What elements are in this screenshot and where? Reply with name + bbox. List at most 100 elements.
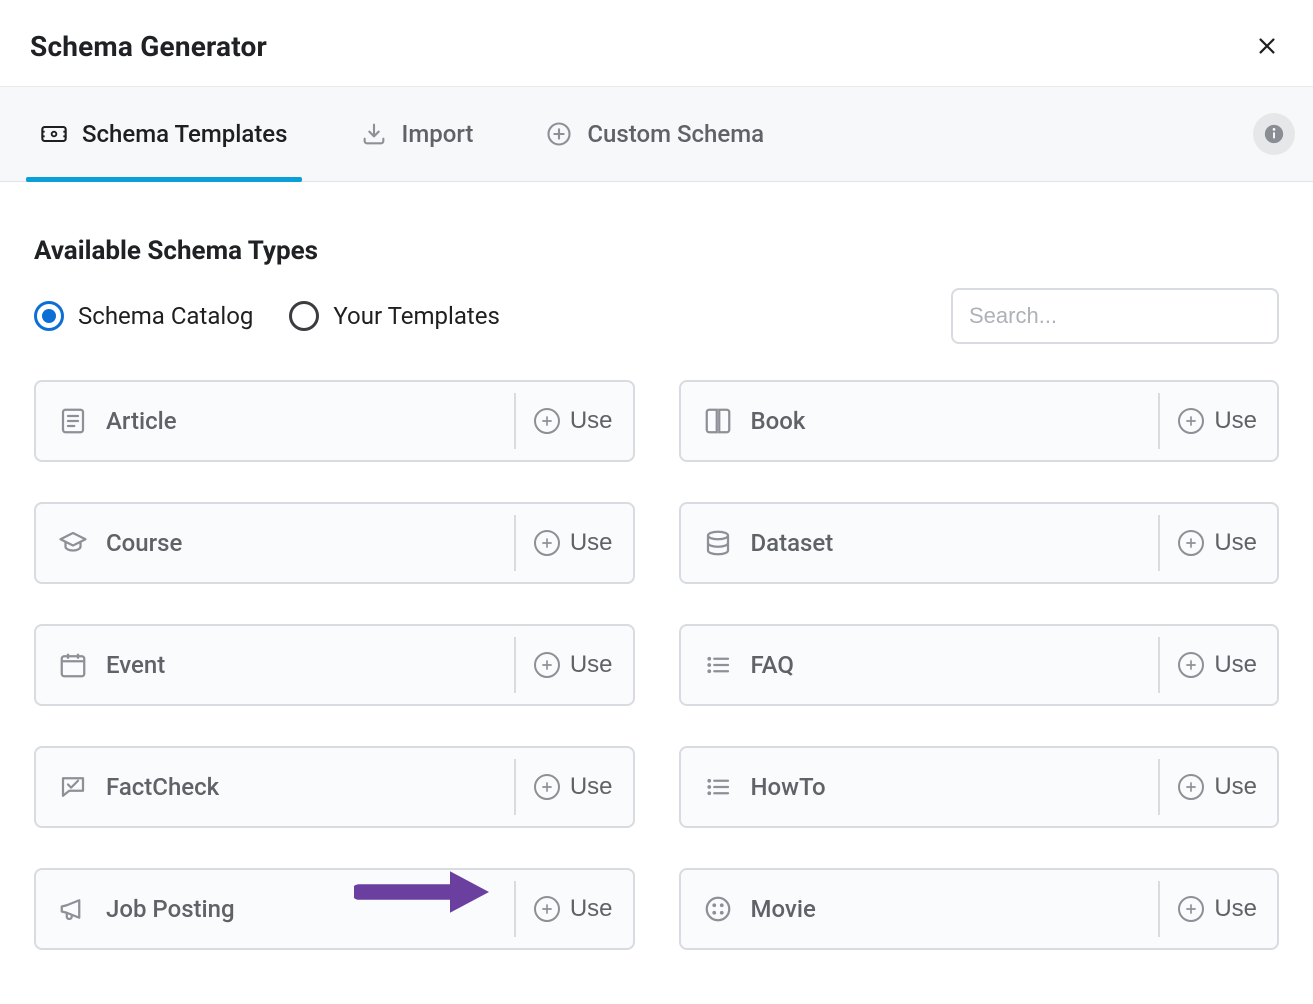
use-button-label: Use: [1214, 773, 1257, 801]
article-icon: [58, 406, 88, 436]
card-actions: Use: [514, 870, 633, 948]
radio-your-templates-label: Your Templates: [333, 302, 499, 330]
schema-grid: ArticleUseBookUseCourseUseDatasetUseEven…: [34, 380, 1279, 950]
card-title: Course: [106, 529, 182, 557]
faq-icon: [703, 650, 733, 680]
tab-schema-templates[interactable]: Schema Templates: [26, 87, 302, 181]
radio-dot-icon: [34, 301, 64, 331]
download-icon: [360, 120, 388, 148]
radio-schema-catalog[interactable]: Schema Catalog: [34, 301, 253, 331]
card-title: HowTo: [751, 773, 826, 801]
tab-bar: Schema Templates Import Custom Schema: [0, 86, 1313, 182]
divider: [1158, 881, 1160, 937]
tab-custom-schema-label: Custom Schema: [587, 120, 764, 148]
howto-icon: [703, 772, 733, 802]
close-button[interactable]: [1249, 28, 1285, 64]
divider: [514, 759, 516, 815]
divider: [1158, 759, 1160, 815]
content-area: Available Schema Types Schema Catalog Yo…: [0, 182, 1313, 990]
dataset-icon: [703, 528, 733, 558]
schema-card-faq[interactable]: FAQ Use: [679, 624, 1280, 706]
use-button[interactable]: Use: [1178, 773, 1277, 801]
info-icon: [1263, 123, 1285, 145]
card-actions: Use: [514, 626, 633, 704]
card-title: Event: [106, 651, 165, 679]
card-title: Book: [751, 407, 806, 435]
annotation-arrow-icon: [354, 866, 494, 922]
schema-card-article[interactable]: Article Use: [34, 380, 635, 462]
use-button-label: Use: [1214, 407, 1257, 435]
plus-icon: [534, 774, 560, 800]
radio-group: Schema Catalog Your Templates: [34, 301, 500, 331]
ticket-icon: [40, 120, 68, 148]
card-actions: Use: [1158, 626, 1277, 704]
plus-icon: [1178, 652, 1204, 678]
schema-card-howto[interactable]: HowTo Use: [679, 746, 1280, 828]
divider: [514, 881, 516, 937]
plus-icon: [534, 896, 560, 922]
event-icon: [58, 650, 88, 680]
card-title: Dataset: [751, 529, 834, 557]
card-title: Article: [106, 407, 177, 435]
schema-card-course[interactable]: Course Use: [34, 502, 635, 584]
use-button[interactable]: Use: [1178, 407, 1277, 435]
use-button[interactable]: Use: [1178, 529, 1277, 557]
card-title: Job Posting: [106, 895, 235, 923]
card-title: FactCheck: [106, 773, 219, 801]
schema-card-book[interactable]: Book Use: [679, 380, 1280, 462]
schema-card-dataset[interactable]: Dataset Use: [679, 502, 1280, 584]
use-button[interactable]: Use: [534, 407, 633, 435]
radio-your-templates[interactable]: Your Templates: [289, 301, 499, 331]
divider: [1158, 393, 1160, 449]
card-title: FAQ: [751, 651, 794, 679]
plus-icon: [534, 652, 560, 678]
use-button[interactable]: Use: [534, 529, 633, 557]
plus-icon: [1178, 774, 1204, 800]
use-button[interactable]: Use: [534, 895, 633, 923]
use-button[interactable]: Use: [534, 651, 633, 679]
card-left: FAQ: [703, 650, 794, 680]
use-button-label: Use: [570, 407, 613, 435]
divider: [514, 515, 516, 571]
use-button-label: Use: [1214, 651, 1257, 679]
card-left: Article: [58, 406, 177, 436]
use-button[interactable]: Use: [534, 773, 633, 801]
schema-card-factcheck[interactable]: FactCheck Use: [34, 746, 635, 828]
use-button[interactable]: Use: [1178, 895, 1277, 923]
use-button-label: Use: [570, 651, 613, 679]
card-actions: Use: [514, 748, 633, 826]
tab-custom-schema[interactable]: Custom Schema: [531, 87, 778, 181]
card-actions: Use: [1158, 870, 1277, 948]
plus-icon: [534, 530, 560, 556]
search-input[interactable]: [951, 288, 1279, 344]
section-title: Available Schema Types: [34, 236, 1279, 266]
use-button[interactable]: Use: [1178, 651, 1277, 679]
schema-card-event[interactable]: Event Use: [34, 624, 635, 706]
tab-schema-templates-label: Schema Templates: [82, 120, 288, 148]
divider: [514, 393, 516, 449]
use-button-label: Use: [570, 895, 613, 923]
card-actions: Use: [514, 504, 633, 582]
radio-schema-catalog-label: Schema Catalog: [78, 302, 253, 330]
course-icon: [58, 528, 88, 558]
plus-icon: [1178, 408, 1204, 434]
schema-card-movie[interactable]: Movie Use: [679, 868, 1280, 950]
card-left: FactCheck: [58, 772, 219, 802]
dialog-title: Schema Generator: [30, 30, 267, 63]
schema-card-job-posting[interactable]: Job Posting Use: [34, 868, 635, 950]
radio-dot-icon: [289, 301, 319, 331]
filters-row: Schema Catalog Your Templates: [34, 288, 1279, 344]
close-icon: [1256, 35, 1278, 57]
plus-icon: [534, 408, 560, 434]
tab-import[interactable]: Import: [346, 87, 488, 181]
card-actions: Use: [1158, 504, 1277, 582]
circle-plus-icon: [545, 120, 573, 148]
use-button-label: Use: [1214, 895, 1257, 923]
card-left: Movie: [703, 894, 816, 924]
help-info-button[interactable]: [1253, 113, 1295, 155]
card-left: Course: [58, 528, 182, 558]
jobposting-icon: [58, 894, 88, 924]
use-button-label: Use: [1214, 529, 1257, 557]
divider: [1158, 637, 1160, 693]
plus-icon: [1178, 896, 1204, 922]
